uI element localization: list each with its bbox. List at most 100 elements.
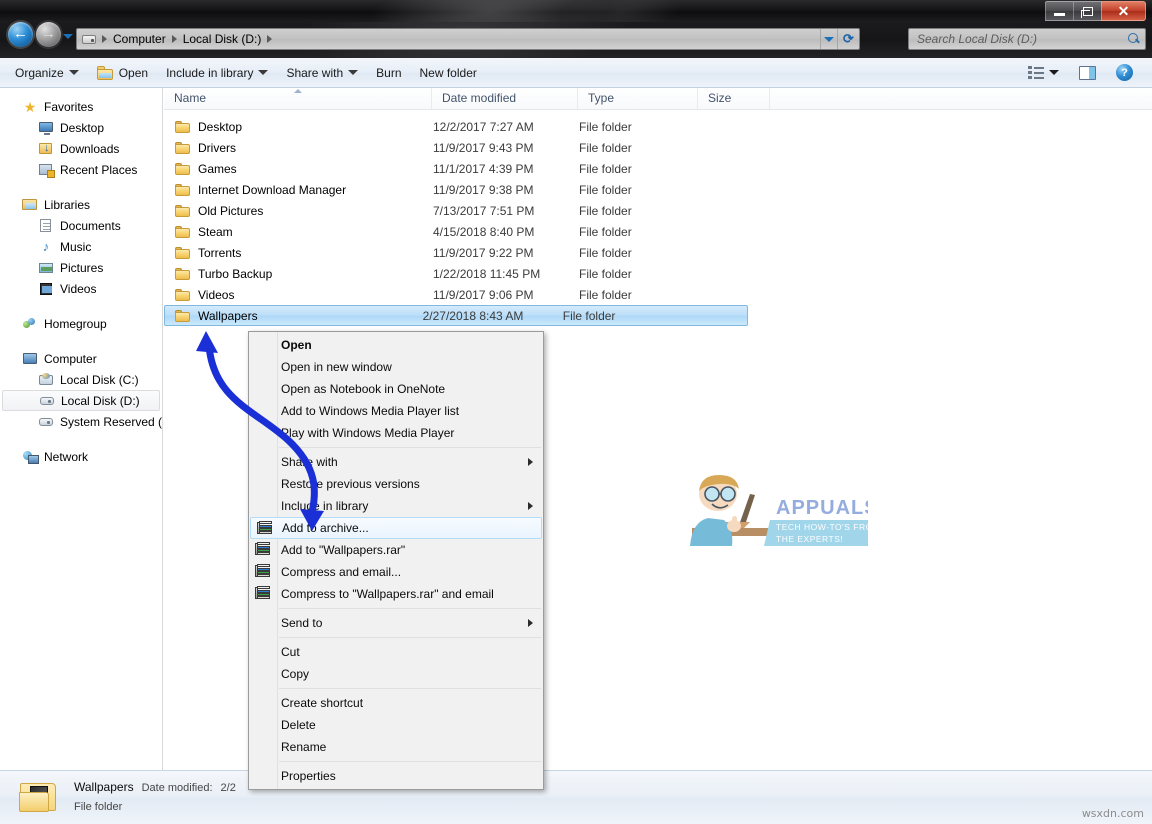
table-row[interactable]: Torrents 11/9/2017 9:22 PM File folder	[164, 242, 1152, 263]
context-menu: Open Open in new window Open as Notebook…	[248, 331, 544, 790]
back-button[interactable]: ←	[8, 22, 33, 47]
file-type-cell: File folder	[579, 182, 632, 197]
context-menu-item-create-shortcut[interactable]: Create shortcut	[249, 692, 543, 714]
file-name-cell: Videos	[165, 288, 433, 302]
search-box[interactable]: Search Local Disk (D:)	[908, 28, 1146, 50]
context-menu-item-properties[interactable]: Properties	[249, 765, 543, 787]
folder-with-picture-icon	[18, 780, 60, 816]
context-menu-item-share-with[interactable]: Share with	[249, 451, 543, 473]
sidebar-item-recent-places[interactable]: Recent Places	[0, 159, 162, 180]
breadcrumb-separator[interactable]	[265, 35, 274, 43]
chevron-down-icon	[1049, 70, 1059, 75]
column-header-type[interactable]: Type	[578, 88, 698, 110]
system-drive-icon	[38, 372, 54, 388]
help-icon: ?	[1116, 64, 1133, 81]
history-dropdown-button[interactable]	[62, 31, 74, 41]
glass-highlight-secondary	[549, 0, 691, 22]
sidebar-label: Recent Places	[60, 162, 138, 177]
menu-label: Create shortcut	[281, 696, 364, 710]
status-date-label: Date modified:	[141, 782, 213, 794]
help-button[interactable]: ?	[1107, 60, 1142, 85]
table-row[interactable]: Turbo Backup 1/22/2018 11:45 PM File fol…	[164, 263, 1152, 284]
table-row[interactable]: Steam 4/15/2018 8:40 PM File folder	[164, 221, 1152, 242]
winrar-icon	[255, 564, 272, 580]
table-row[interactable]: Videos 11/9/2017 9:06 PM File folder	[164, 284, 1152, 305]
menu-label: Cut	[281, 645, 300, 659]
forward-button[interactable]: →	[36, 22, 61, 47]
table-row[interactable]: Internet Download Manager 11/9/2017 9:38…	[164, 179, 1152, 200]
menu-label: Properties	[281, 769, 336, 783]
new-folder-button[interactable]: New folder	[411, 62, 486, 84]
burn-button[interactable]: Burn	[367, 62, 410, 84]
open-label: Open	[118, 65, 149, 80]
context-menu-item-compress-to-wallpapers-rar-and-email[interactable]: Compress to "Wallpapers.rar" and email	[249, 583, 543, 605]
organize-button[interactable]: Organize	[6, 62, 88, 84]
sidebar-item-computer[interactable]: Computer	[0, 348, 162, 369]
context-menu-item-rename[interactable]: Rename	[249, 736, 543, 758]
file-name-cell: Desktop	[165, 120, 433, 134]
drive-icon	[38, 414, 54, 430]
view-list-icon	[1028, 65, 1044, 80]
search-input[interactable]: Search Local Disk (D:)	[917, 32, 1128, 46]
open-folder-icon	[96, 65, 114, 80]
breadcrumb-separator[interactable]	[170, 35, 179, 43]
context-menu-item-add-to-wallpapers-rar[interactable]: Add to "Wallpapers.rar"	[249, 539, 543, 561]
sidebar-item-downloads[interactable]: Downloads	[0, 138, 162, 159]
sidebar-item-libraries[interactable]: Libraries	[0, 194, 162, 215]
context-menu-item-open-as-notebook-in-onenote[interactable]: Open as Notebook in OneNote	[249, 378, 543, 400]
include-in-library-button[interactable]: Include in library	[157, 62, 277, 84]
sidebar-item-music[interactable]: ♪ Music	[0, 236, 162, 257]
table-row[interactable]: Old Pictures 7/13/2017 7:51 PM File fold…	[164, 200, 1152, 221]
context-menu-item-include-in-library[interactable]: Include in library	[249, 495, 543, 517]
refresh-button[interactable]: ⟳	[837, 29, 859, 49]
context-menu-item-send-to[interactable]: Send to	[249, 612, 543, 634]
sidebar-item-documents[interactable]: Documents	[0, 215, 162, 236]
context-menu-item-add-to-archive[interactable]: Add to archive...	[250, 517, 542, 539]
change-view-button[interactable]	[1019, 62, 1068, 84]
computer-icon	[22, 351, 38, 367]
context-menu-item-add-to-wmp-list[interactable]: Add to Windows Media Player list	[249, 400, 543, 422]
column-header-date-modified[interactable]: Date modified	[432, 88, 578, 110]
context-menu-item-cut[interactable]: Cut	[249, 641, 543, 663]
sidebar-item-videos[interactable]: Videos	[0, 278, 162, 299]
column-header-name[interactable]: Name	[164, 88, 432, 110]
file-name-cell: Turbo Backup	[165, 267, 433, 281]
sidebar-item-local-disk-d[interactable]: Local Disk (D:)	[2, 390, 160, 411]
table-row-selected[interactable]: Wallpapers 2/27/2018 8:43 AM File folder	[164, 305, 748, 326]
drive-icon	[39, 393, 55, 409]
context-menu-item-compress-and-email[interactable]: Compress and email...	[249, 561, 543, 583]
sidebar-item-homegroup[interactable]: Homegroup	[0, 313, 162, 334]
context-menu-item-play-with-wmp[interactable]: Play with Windows Media Player	[249, 422, 543, 444]
context-menu-item-copy[interactable]: Copy	[249, 663, 543, 685]
preview-pane-button[interactable]	[1070, 62, 1105, 84]
address-dropdown-button[interactable]	[820, 29, 837, 49]
close-button[interactable]: ✕	[1101, 1, 1146, 21]
breadcrumb-local-disk-d[interactable]: Local Disk (D:)	[179, 32, 266, 46]
menu-label: Restore previous versions	[281, 477, 420, 491]
winrar-icon	[255, 542, 272, 558]
table-row[interactable]: Drivers 11/9/2017 9:43 PM File folder	[164, 137, 1152, 158]
site-watermark: wsxdn.com	[1081, 807, 1144, 820]
context-menu-item-delete[interactable]: Delete	[249, 714, 543, 736]
table-row[interactable]: Desktop 12/2/2017 7:27 AM File folder	[164, 116, 1152, 137]
sidebar-item-desktop[interactable]: Desktop	[0, 117, 162, 138]
menu-label: Add to Windows Media Player list	[281, 404, 460, 418]
context-menu-item-open[interactable]: Open	[249, 334, 543, 356]
sidebar-item-network[interactable]: Network	[0, 446, 162, 467]
context-menu-item-open-in-new-window[interactable]: Open in new window	[249, 356, 543, 378]
nav-group-libraries: Libraries Documents ♪ Music Pictures Vid…	[0, 194, 162, 299]
sidebar-item-pictures[interactable]: Pictures	[0, 257, 162, 278]
open-button[interactable]: Open	[88, 62, 157, 84]
sidebar-item-local-disk-c[interactable]: Local Disk (C:)	[0, 369, 162, 390]
minimize-button[interactable]	[1045, 1, 1074, 21]
breadcrumb-computer[interactable]: Computer	[109, 32, 170, 46]
column-header-size[interactable]: Size	[698, 88, 770, 110]
maximize-icon	[1080, 6, 1093, 18]
sidebar-item-favorites[interactable]: ★ Favorites	[0, 96, 162, 117]
maximize-button[interactable]	[1073, 1, 1102, 21]
context-menu-item-restore-previous-versions[interactable]: Restore previous versions	[249, 473, 543, 495]
table-row[interactable]: Games 11/1/2017 4:39 PM File folder	[164, 158, 1152, 179]
share-with-button[interactable]: Share with	[277, 62, 367, 84]
sidebar-item-system-reserved-f[interactable]: System Reserved (F:)	[0, 411, 162, 432]
address-bar[interactable]: Computer Local Disk (D:) ⟳	[76, 28, 860, 50]
